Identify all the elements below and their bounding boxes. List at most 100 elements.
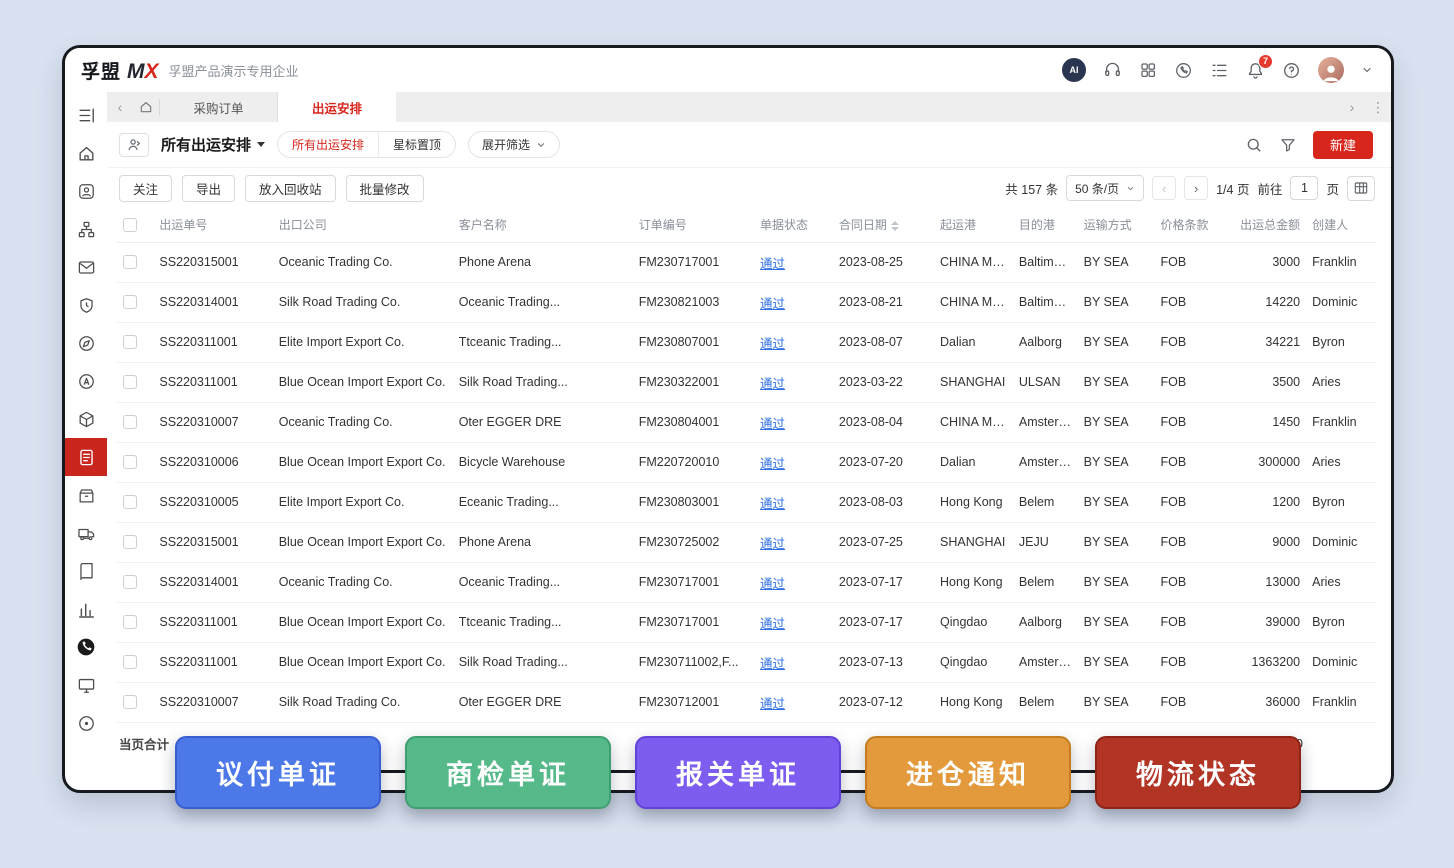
table-row[interactable]: SS220310005Elite Import Export Co.Eceani… [117, 482, 1377, 522]
flow-negotiation-docs-button[interactable]: 议付单证 [175, 736, 381, 809]
table-row[interactable]: SS220310006Blue Ocean Import Export Co.B… [117, 442, 1377, 482]
table-row[interactable]: SS220314001Oceanic Trading Co.Oceanic Tr… [117, 562, 1377, 602]
row-checkbox[interactable] [123, 255, 137, 269]
row-checkbox[interactable] [123, 455, 137, 469]
status-link[interactable]: 通过 [760, 417, 785, 431]
phone-chat-icon[interactable] [1174, 61, 1193, 80]
column-settings-icon[interactable] [1347, 176, 1375, 201]
chevron-down-icon[interactable] [1361, 64, 1373, 76]
row-checkbox[interactable] [123, 655, 137, 669]
table-row[interactable]: SS220315001Oceanic Trading Co.Phone Aren… [117, 242, 1377, 282]
tabs-scroll-right-icon[interactable]: › [1339, 92, 1365, 122]
headset-support-icon[interactable] [1103, 61, 1122, 80]
sidebar-contacts-icon[interactable] [65, 172, 107, 210]
status-link[interactable]: 通过 [760, 457, 785, 471]
toolbar-buttons: 关注导出放入回收站批量修改 [119, 175, 424, 202]
row-checkbox[interactable] [123, 575, 137, 589]
sidebar-marketing-compass-icon[interactable] [65, 324, 107, 362]
sort-icon[interactable] [891, 221, 899, 231]
table-row[interactable]: SS220315001Blue Ocean Import Export Co.P… [117, 522, 1377, 562]
row-checkbox[interactable] [123, 415, 137, 429]
prev-page-button[interactable]: ‹ [1152, 176, 1176, 200]
cell-method: BY SEA [1078, 522, 1155, 562]
status-link[interactable]: 通过 [760, 297, 785, 311]
table-row[interactable]: SS220311001Blue Ocean Import Export Co.S… [117, 642, 1377, 682]
follow-button[interactable]: 关注 [119, 175, 172, 202]
sidebar-org-structure-icon[interactable] [65, 210, 107, 248]
sidebar-ledger-book-icon[interactable] [65, 552, 107, 590]
sidebar-reports-chart-icon[interactable] [65, 590, 107, 628]
sidebar-warehouse-box-icon[interactable] [65, 476, 107, 514]
help-icon[interactable] [1282, 61, 1301, 80]
status-link[interactable]: 通过 [760, 697, 785, 711]
table-row[interactable]: SS220311001Blue Ocean Import Export Co.T… [117, 602, 1377, 642]
sidebar-mail-icon[interactable] [65, 248, 107, 286]
row-checkbox[interactable] [123, 615, 137, 629]
status-link[interactable]: 通过 [760, 537, 785, 551]
select-all-checkbox[interactable] [123, 218, 137, 232]
status-link[interactable]: 通过 [760, 377, 785, 391]
sidebar-crm-icon[interactable] [65, 362, 107, 400]
flow-inspection-docs-button[interactable]: 商检单证 [405, 736, 611, 809]
sidebar-orders-package-icon[interactable] [65, 400, 107, 438]
export-button[interactable]: 导出 [182, 175, 235, 202]
view-switch-icon[interactable] [119, 133, 149, 157]
status-link[interactable]: 通过 [760, 577, 785, 591]
status-link[interactable]: 通过 [760, 257, 785, 271]
segment-all-shipments[interactable]: 所有出运安排 [278, 132, 378, 157]
flow-warehouse-notice-button[interactable]: 进仓通知 [865, 736, 1071, 809]
status-link[interactable]: 通过 [760, 657, 785, 671]
task-list-icon[interactable] [1210, 61, 1229, 80]
view-selector-dropdown[interactable]: 所有出运安排 [161, 134, 265, 155]
row-checkbox[interactable] [123, 535, 137, 549]
tabs-home-icon[interactable] [133, 92, 159, 122]
sidebar-target-icon[interactable] [65, 704, 107, 742]
table-row[interactable]: SS220310007Oceanic Trading Co.Oter EGGER… [117, 402, 1377, 442]
avatar[interactable] [1318, 57, 1344, 83]
tab-shipping-arrangement[interactable]: 出运安排 [278, 92, 396, 122]
row-checkbox[interactable] [123, 335, 137, 349]
table-row[interactable]: SS220311001Blue Ocean Import Export Co.S… [117, 362, 1377, 402]
tabs-more-kebab-icon[interactable]: ⋮ [1365, 92, 1391, 122]
sidebar-shipping-documents-icon[interactable] [65, 438, 107, 476]
segment-starred-top[interactable]: 星标置顶 [378, 132, 455, 157]
flow-customs-docs-button[interactable]: 报关单证 [635, 736, 841, 809]
status-link[interactable]: 通过 [760, 497, 785, 511]
row-checkbox[interactable] [123, 375, 137, 389]
app-logo[interactable]: 孚盟 M X [81, 57, 159, 84]
sidebar-home-icon[interactable] [65, 134, 107, 172]
cell-method: BY SEA [1078, 682, 1155, 722]
row-checkbox[interactable] [123, 695, 137, 709]
notification-bell-icon[interactable]: 7 [1246, 61, 1265, 80]
sidebar-logistics-truck-icon[interactable] [65, 514, 107, 552]
tabs-scroll-left-icon[interactable]: ‹ [107, 92, 133, 122]
filter-funnel-icon[interactable] [1279, 136, 1297, 154]
goto-page-input[interactable] [1290, 176, 1318, 200]
search-icon[interactable] [1245, 136, 1263, 154]
recycle-bin-button[interactable]: 放入回收站 [245, 175, 336, 202]
ai-assistant-icon[interactable]: AI [1062, 58, 1086, 82]
batch-edit-button[interactable]: 批量修改 [346, 175, 424, 202]
sidebar-whatsapp-icon[interactable] [65, 628, 107, 666]
apps-grid-icon[interactable] [1139, 61, 1157, 79]
table-row[interactable]: SS220310007Silk Road Trading Co.Oter EGG… [117, 682, 1377, 722]
status-link[interactable]: 通过 [760, 337, 785, 351]
status-link[interactable]: 通过 [760, 617, 785, 631]
row-checkbox[interactable] [123, 295, 137, 309]
sidebar-approval-shield-icon[interactable] [65, 286, 107, 324]
sidebar-monitor-icon[interactable] [65, 666, 107, 704]
tab-purchase-orders[interactable]: 采购订单 [160, 92, 278, 122]
page-size-select[interactable]: 50 条/页 [1066, 175, 1144, 201]
table-row[interactable]: SS220311001Elite Import Export Co.Ttcean… [117, 322, 1377, 362]
flow-logistics-status-button[interactable]: 物流状态 [1095, 736, 1301, 809]
new-button[interactable]: 新建 [1313, 131, 1373, 159]
topbar-actions: AI 7 [1062, 57, 1373, 83]
table-row[interactable]: SS220314001Silk Road Trading Co.Oceanic … [117, 282, 1377, 322]
column-header-date[interactable]: 合同日期 [833, 208, 934, 242]
next-page-button[interactable]: › [1184, 176, 1208, 200]
cell-order: FM230804001 [633, 402, 754, 442]
row-checkbox[interactable] [123, 495, 137, 509]
sidebar-collapse-menu-icon[interactable] [65, 96, 107, 134]
cell-date: 2023-07-25 [833, 522, 934, 562]
expand-filter-button[interactable]: 展开筛选 [468, 131, 560, 158]
